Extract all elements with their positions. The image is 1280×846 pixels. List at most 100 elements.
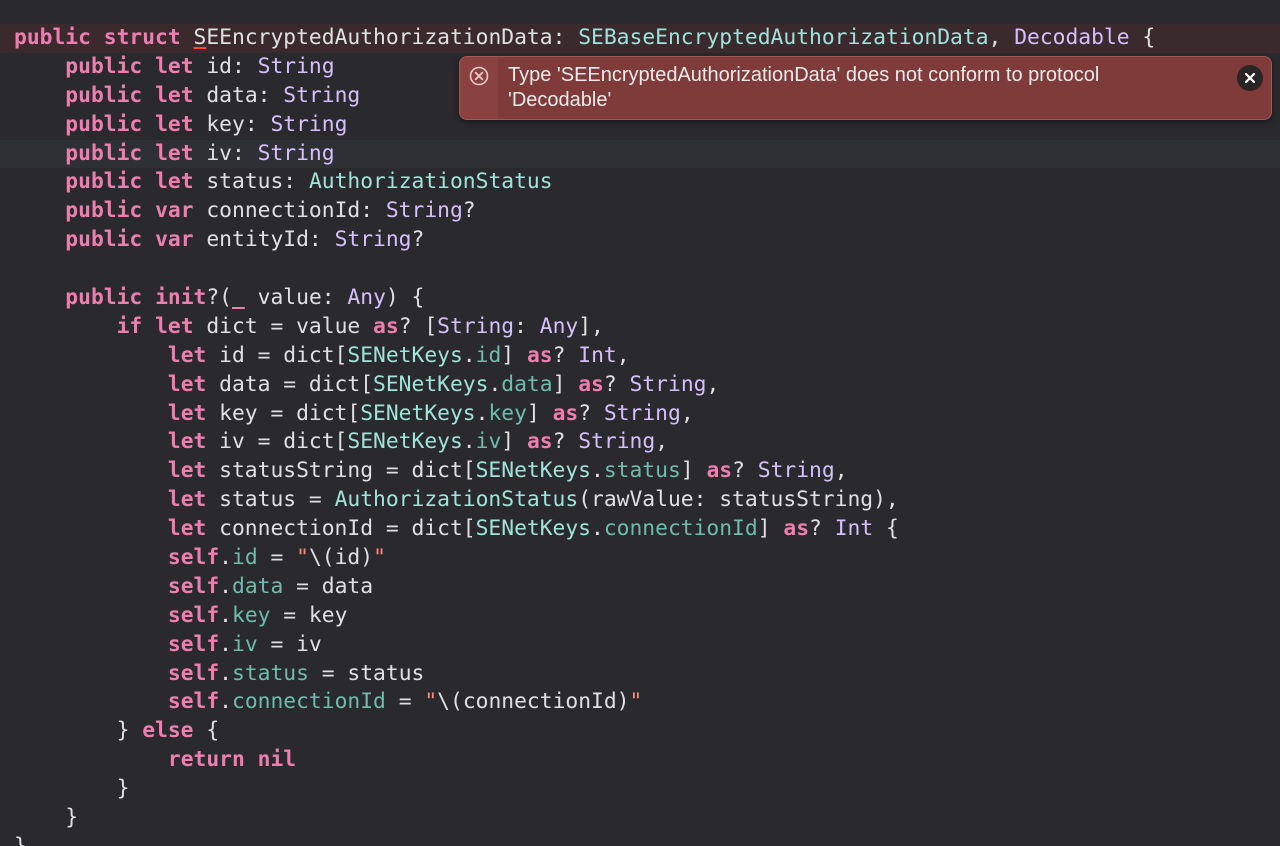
code-token: data = dict[ (206, 371, 374, 397)
code-line-error[interactable]: public struct SEEncryptedAuthorizationDa… (0, 24, 1280, 53)
code-line[interactable]: public var entityId: String? (0, 226, 1280, 255)
code-token: iv (232, 631, 258, 657)
code-line[interactable]: return nil (0, 746, 1280, 775)
code-token: ? (552, 429, 579, 455)
code-token: let (167, 371, 207, 397)
code-token: String (257, 140, 335, 166)
code-token: ? (411, 227, 425, 253)
code-token: { (873, 516, 899, 542)
code-line[interactable] (0, 255, 1280, 284)
code-token: = status (308, 660, 425, 686)
code-line[interactable]: let id = dict[SENetKeys.id] as? Int, (0, 342, 1280, 371)
code-line[interactable]: public var connectionId: String? (0, 197, 1280, 226)
error-message: Type 'SEEncryptedAuthorizationData' does… (508, 64, 1100, 111)
code-line[interactable]: self.connectionId = "\(connectionId)" (0, 688, 1280, 717)
code-token: : (514, 313, 540, 339)
error-circle-x-icon (469, 66, 489, 86)
code-token: String (334, 227, 412, 253)
code-token: ) { (385, 285, 425, 311)
code-token: (rawValue: statusString), (578, 487, 899, 513)
code-token: public (65, 227, 143, 253)
code-token: . (591, 516, 604, 542)
code-token: String (283, 82, 361, 108)
code-token: self (167, 545, 220, 571)
code-token: key = dict[ (206, 400, 361, 426)
code-line[interactable]: let status = AuthorizationStatus(rawValu… (0, 486, 1280, 515)
code-token: data (232, 573, 284, 599)
code-token: AuthorizationStatus (308, 169, 553, 195)
error-banner[interactable]: Type 'SEEncryptedAuthorizationData' does… (459, 56, 1272, 120)
code-line[interactable]: } (0, 804, 1280, 833)
code-line[interactable]: self.data = data (0, 573, 1280, 602)
code-token: String (603, 400, 681, 426)
code-line[interactable]: let connectionId = dict[SENetKeys.connec… (0, 515, 1280, 544)
code-token: . (462, 342, 476, 368)
code-token: as (526, 342, 553, 368)
code-token: as (578, 371, 604, 397)
code-token: \(id) (308, 545, 374, 571)
close-button[interactable] (1237, 65, 1263, 91)
code-token: as (552, 400, 579, 426)
code-token: , (616, 342, 630, 368)
code-token: public (65, 198, 143, 224)
code-token: id: (193, 53, 258, 79)
code-token: . (488, 371, 502, 397)
code-line[interactable]: public let iv: String (0, 139, 1280, 169)
code-token: self (167, 631, 220, 657)
code-token: let (167, 342, 207, 368)
code-token: ? (462, 198, 476, 224)
code-line[interactable]: let data = dict[SENetKeys.data] as? Stri… (0, 371, 1280, 400)
code-line[interactable]: } (0, 775, 1280, 804)
code-line[interactable]: self.iv = iv (0, 631, 1280, 660)
code-token: , (655, 429, 669, 455)
code-line[interactable]: } (0, 833, 1280, 846)
code-token: var (155, 227, 194, 253)
code-lines[interactable]: public struct SEEncryptedAuthorizationDa… (0, 24, 1280, 846)
code-token: ? (732, 458, 758, 484)
code-token: ? (552, 342, 579, 368)
code-token: Int (834, 516, 874, 542)
code-token: public (65, 53, 143, 79)
code-line[interactable]: } else { (0, 717, 1280, 746)
code-token: id (475, 342, 502, 368)
code-token: . (219, 573, 232, 599)
code-line[interactable]: if let dict = value as? [String: Any], (0, 313, 1280, 342)
code-token: let (155, 169, 194, 195)
code-token: iv = dict[ (206, 429, 348, 455)
code-line[interactable]: public init?(_ value: Any) { (0, 284, 1280, 313)
code-line[interactable]: self.id = "\(id)" (0, 544, 1280, 573)
code-line[interactable]: let iv = dict[SENetKeys.iv] as? String, (0, 428, 1280, 457)
code-token: . (475, 400, 489, 426)
code-token: String (578, 429, 656, 455)
code-token: SENetKeys (347, 342, 463, 368)
code-token: Int (578, 342, 617, 368)
code-token: , (988, 25, 1015, 50)
code-token: Decodable (1014, 25, 1130, 50)
code-token: status: (193, 169, 309, 195)
code-line[interactable]: let statusString = dict[SENetKeys.status… (0, 457, 1280, 486)
code-token: ], (578, 313, 604, 339)
code-editor[interactable]: public struct SEEncryptedAuthorizationDa… (0, 0, 1280, 846)
code-line[interactable]: self.key = key (0, 602, 1280, 631)
code-token: " (424, 689, 438, 715)
code-line[interactable]: let key = dict[SENetKeys.key] as? String… (0, 400, 1280, 429)
code-line[interactable]: public let status: AuthorizationStatus (0, 168, 1280, 197)
code-line[interactable]: self.status = status (0, 660, 1280, 689)
code-token: statusString = dict[ (206, 458, 476, 484)
code-token: = data (283, 573, 374, 599)
code-token: as (373, 313, 399, 339)
